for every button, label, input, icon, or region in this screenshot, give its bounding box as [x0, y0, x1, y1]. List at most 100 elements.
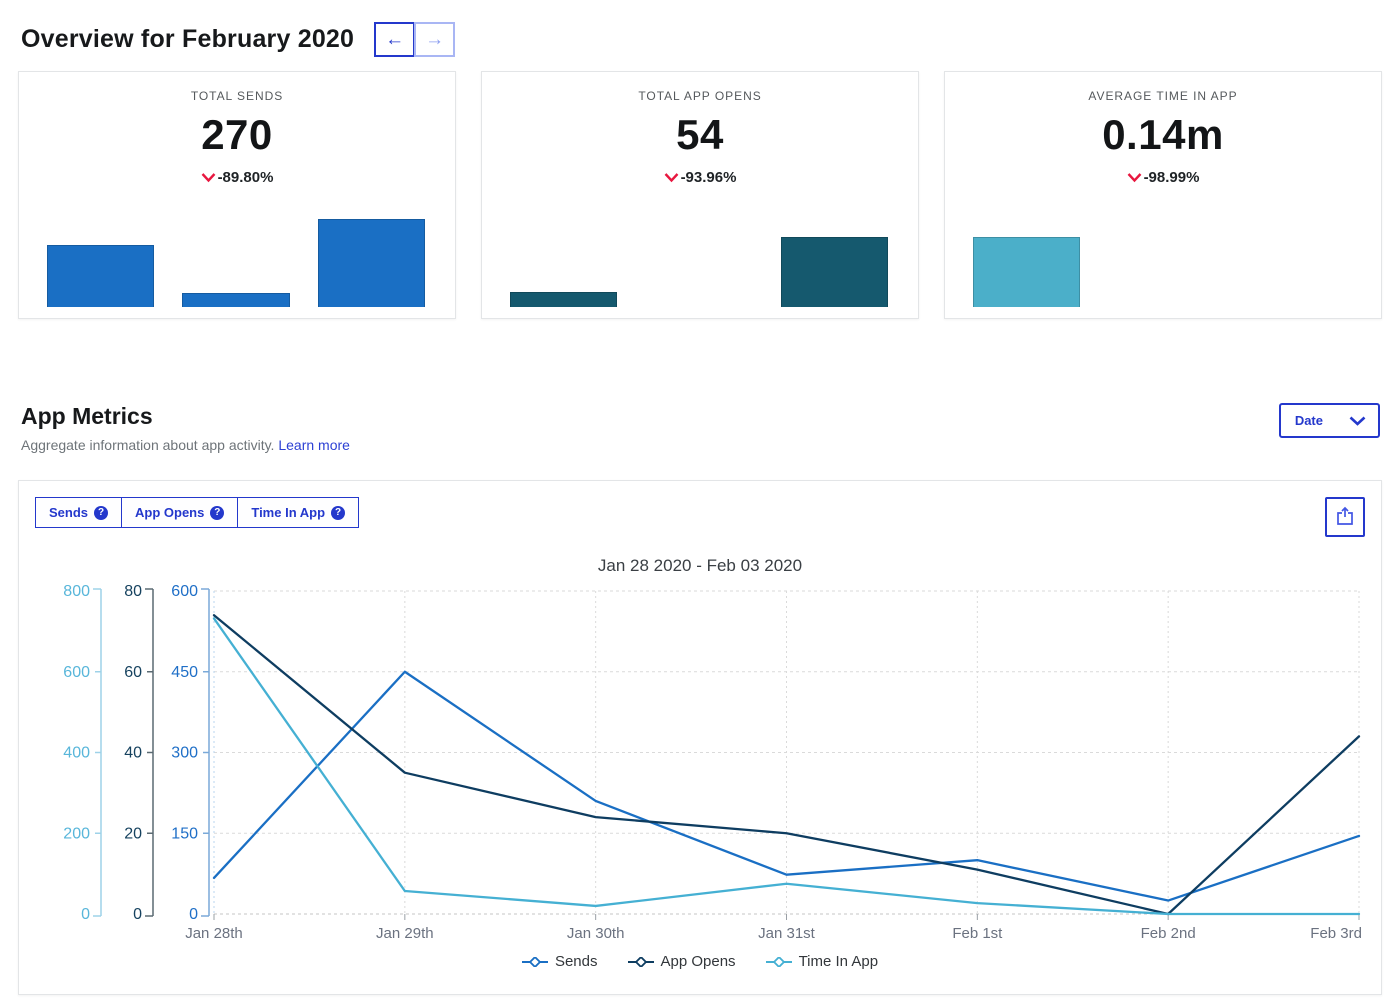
card-delta: -89.80%	[19, 169, 455, 186]
mini-bar	[182, 293, 289, 307]
mini-bar	[510, 292, 617, 307]
total-app-opens-card: TOTAL APP OPENS 54 -93.96%	[481, 71, 919, 319]
delta-value: -89.80%	[218, 169, 274, 186]
mini-bar-chart	[47, 215, 425, 307]
legend-item-sends[interactable]: Sends	[522, 953, 598, 970]
x-axis-label: Feb 3rd	[1310, 925, 1362, 942]
y-axis-tick-label: 0	[133, 906, 142, 923]
mini-bar-slot	[318, 215, 425, 307]
card-value: 54	[482, 111, 918, 159]
line-chart: Jan 28thJan 29thJan 30thJan 31stFeb 1stF…	[35, 576, 1365, 953]
export-chart-button[interactable]	[1325, 497, 1365, 537]
learn-more-link[interactable]: Learn more	[278, 437, 350, 453]
chevron-down-red-icon	[201, 172, 216, 183]
legend-item-time-in-app[interactable]: Time In App	[766, 953, 878, 970]
x-axis-label: Jan 28th	[185, 925, 243, 942]
y-axis-tick-label: 40	[124, 745, 142, 762]
chart-legend: Sends App Opens Time In App	[35, 953, 1365, 970]
subtitle-text: Aggregate information about app activity…	[21, 437, 274, 453]
tab-sends[interactable]: Sends ?	[35, 497, 122, 528]
y-axis-tick-label: 60	[124, 664, 142, 681]
legend-marker-icon	[522, 957, 548, 967]
chart-toolbar: Sends ? App Opens ? Time In App ?	[35, 497, 1365, 537]
tab-label: App Opens	[135, 505, 204, 520]
x-axis-label: Feb 2nd	[1141, 925, 1196, 942]
y-axis-tick-label: 800	[63, 583, 90, 600]
metric-tabs: Sends ? App Opens ? Time In App ?	[35, 497, 359, 528]
x-axis-label: Feb 1st	[952, 925, 1003, 942]
total-sends-card: TOTAL SENDS 270 -89.80%	[18, 71, 456, 319]
y-axis-tick-label: 80	[124, 583, 142, 600]
page-title: Overview for February 2020	[21, 25, 354, 54]
summary-cards-row: TOTAL SENDS 270 -89.80% TOTAL APP OPENS …	[18, 71, 1382, 319]
month-pager: ← →	[374, 22, 455, 57]
chevron-down-icon	[1349, 416, 1366, 426]
y-axis-tick-label: 400	[63, 745, 90, 762]
y-axis-tick-label: 450	[171, 664, 198, 681]
x-axis-label: Jan 31st	[758, 925, 816, 942]
delta-value: -98.99%	[1144, 169, 1200, 186]
mini-bar	[781, 237, 888, 307]
y-axis-tick-label: 20	[124, 825, 142, 842]
average-time-in-app-card: AVERAGE TIME IN APP 0.14m -98.99%	[944, 71, 1382, 319]
export-icon	[1334, 506, 1356, 528]
legend-label: Sends	[555, 953, 598, 970]
card-title: TOTAL SENDS	[19, 89, 455, 103]
mini-bar	[973, 237, 1080, 307]
card-delta: -93.96%	[482, 169, 918, 186]
x-axis-label: Jan 30th	[567, 925, 625, 942]
card-delta: -98.99%	[945, 169, 1381, 186]
card-title: TOTAL APP OPENS	[482, 89, 918, 103]
y-axis-tick-label: 600	[171, 583, 198, 600]
app-metrics-heading-block: App Metrics Aggregate information about …	[21, 403, 350, 453]
tab-label: Time In App	[251, 505, 325, 520]
mini-bar-slot	[182, 215, 289, 307]
y-axis-tick-label: 150	[171, 825, 198, 842]
mini-bar-chart	[973, 215, 1351, 307]
section-subtitle: Aggregate information about app activity…	[21, 437, 350, 453]
section-title: App Metrics	[21, 403, 350, 430]
mini-bar-slot	[645, 215, 752, 307]
mini-bar-chart	[510, 215, 888, 307]
mini-bar-slot	[973, 215, 1080, 307]
legend-marker-icon	[628, 957, 654, 967]
series-line-app-opens	[214, 615, 1359, 914]
tab-time-in-app[interactable]: Time In App ?	[238, 497, 359, 528]
page-header: Overview for February 2020 ← →	[0, 0, 1400, 71]
chart-title: Jan 28 2020 - Feb 03 2020	[35, 556, 1365, 576]
date-dropdown-button[interactable]: Date	[1279, 403, 1380, 438]
chevron-down-red-icon	[664, 172, 679, 183]
card-value: 270	[19, 111, 455, 159]
y-axis-tick-label: 300	[171, 745, 198, 762]
legend-item-app-opens[interactable]: App Opens	[628, 953, 736, 970]
y-axis-tick-label: 600	[63, 664, 90, 681]
dashboard-page: Overview for February 2020 ← → TOTAL SEN…	[0, 0, 1400, 998]
mini-bar	[318, 219, 425, 307]
arrow-left-icon: ←	[385, 30, 404, 49]
mini-bar-slot	[47, 215, 154, 307]
tab-label: Sends	[49, 505, 88, 520]
help-icon[interactable]: ?	[210, 506, 224, 520]
mini-bar-slot	[1108, 215, 1215, 307]
delta-value: -93.96%	[681, 169, 737, 186]
legend-marker-icon	[766, 957, 792, 967]
chevron-down-red-icon	[1127, 172, 1142, 183]
previous-month-button[interactable]: ←	[374, 22, 415, 57]
mini-bar	[47, 245, 154, 307]
y-axis-tick-label: 0	[189, 906, 198, 923]
arrow-right-icon: →	[425, 30, 444, 49]
help-icon[interactable]: ?	[331, 506, 345, 520]
help-icon[interactable]: ?	[94, 506, 108, 520]
tab-app-opens[interactable]: App Opens ?	[122, 497, 238, 528]
card-title: AVERAGE TIME IN APP	[945, 89, 1381, 103]
card-value: 0.14m	[945, 111, 1381, 159]
next-month-button[interactable]: →	[414, 22, 455, 57]
date-dropdown-label: Date	[1295, 413, 1323, 428]
app-metrics-header: App Metrics Aggregate information about …	[21, 403, 1380, 453]
y-axis-tick-label: 200	[63, 825, 90, 842]
mini-bar-slot	[510, 215, 617, 307]
mini-bar-slot	[1244, 215, 1351, 307]
app-metrics-chart-card: Sends ? App Opens ? Time In App ?	[18, 480, 1382, 995]
y-axis-tick-label: 0	[81, 906, 90, 923]
legend-label: App Opens	[661, 953, 736, 970]
